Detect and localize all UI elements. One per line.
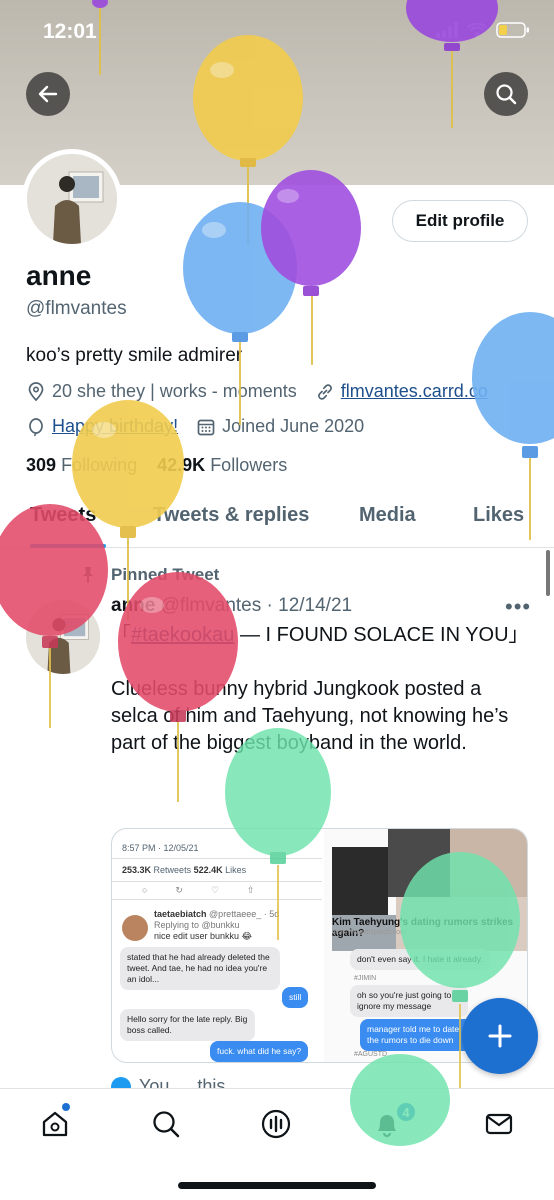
link-icon <box>315 382 335 402</box>
tweet-more-button[interactable]: ••• <box>505 594 531 620</box>
tab-tweets-replies[interactable]: Tweets & replies <box>153 504 309 527</box>
tweet-handle: @flmvantes <box>160 595 262 616</box>
pin-icon <box>83 567 93 583</box>
home-unread-dot <box>62 1103 70 1111</box>
back-arrow-icon <box>38 85 58 103</box>
tweet-date: · 12/14/21 <box>266 595 353 616</box>
tab-likes[interactable]: Likes <box>473 504 524 527</box>
notifications-badge: 4 <box>395 1101 417 1123</box>
tweet-avatar-photo <box>26 600 100 674</box>
nav-home[interactable] <box>38 1107 72 1141</box>
tweet-author[interactable]: anne <box>111 595 155 616</box>
tab-media[interactable]: Media <box>359 504 416 527</box>
pinned-label: Pinned Tweet <box>111 565 220 584</box>
back-button[interactable] <box>26 72 70 116</box>
following-link[interactable]: 309 Following <box>26 455 137 475</box>
profile-meta-row-1: 20 she they | works - moments flmvantes.… <box>26 381 488 402</box>
profile-avatar[interactable] <box>22 149 122 249</box>
calendar-icon <box>196 417 216 437</box>
compose-tweet-button[interactable] <box>462 998 538 1074</box>
search-icon <box>496 84 517 105</box>
profile-joined: Joined June 2020 <box>222 416 365 436</box>
tab-tweets[interactable]: Tweets <box>30 504 96 527</box>
status-icons <box>436 22 530 38</box>
profile-bio: koo’s pretty smile admirer <box>26 345 243 366</box>
battery-icon <box>496 22 529 38</box>
nav-spaces[interactable] <box>259 1107 293 1141</box>
wifi-icon <box>467 22 487 37</box>
nav-messages[interactable] <box>482 1107 516 1141</box>
profile-website-link[interactable]: flmvantes.carrd.co <box>341 381 488 402</box>
scrollbar[interactable] <box>546 550 550 596</box>
home-indicator[interactable] <box>178 1182 376 1189</box>
home-icon <box>42 1111 68 1137</box>
spaces-icon <box>261 1109 291 1139</box>
profile-handle: @flmvantes <box>26 298 127 319</box>
plus-icon <box>488 1024 512 1048</box>
followers-link[interactable]: 42.9K Followers <box>157 455 287 475</box>
profile-meta-row-2: Happy birthday! Joined June 2020 <box>26 416 364 437</box>
active-tab-indicator <box>30 544 106 548</box>
profile-name: anne <box>26 260 92 291</box>
edit-profile-button[interactable]: Edit profile <box>392 200 528 242</box>
tweet-body-text: Clueless bunny hybrid Jungkook posted a … <box>111 678 509 754</box>
birthday-link[interactable]: Happy birthday! <box>52 416 178 437</box>
balloon-icon <box>26 417 46 437</box>
tweet-avatar[interactable] <box>26 600 100 674</box>
location-icon <box>26 381 46 402</box>
media-image-left: 8:57 PM · 12/05/21 253.3K Retweets 522.4… <box>112 829 322 1062</box>
profile-location: 20 she they | works - moments <box>52 381 297 401</box>
signal-icon <box>436 22 458 38</box>
tweet-header: anne @flmvantes · 12/14/21 <box>111 595 352 617</box>
search-button[interactable] <box>484 72 528 116</box>
follow-stats: 309 Following 42.9K Followers <box>26 455 287 476</box>
balloon-purple-2 <box>261 170 361 365</box>
profile-tabs: Tweets Tweets & replies Media Likes <box>0 490 554 548</box>
tweet-hashtag[interactable]: #taekookau <box>131 624 234 646</box>
tweet-text: 「#taekookau — I FOUND SOLACE IN YOU」 Clu… <box>111 622 531 757</box>
status-time: 12:01 <box>43 20 97 43</box>
search-icon <box>153 1111 180 1138</box>
mail-icon <box>485 1113 513 1135</box>
avatar-photo <box>27 154 117 244</box>
nav-search[interactable] <box>149 1107 183 1141</box>
